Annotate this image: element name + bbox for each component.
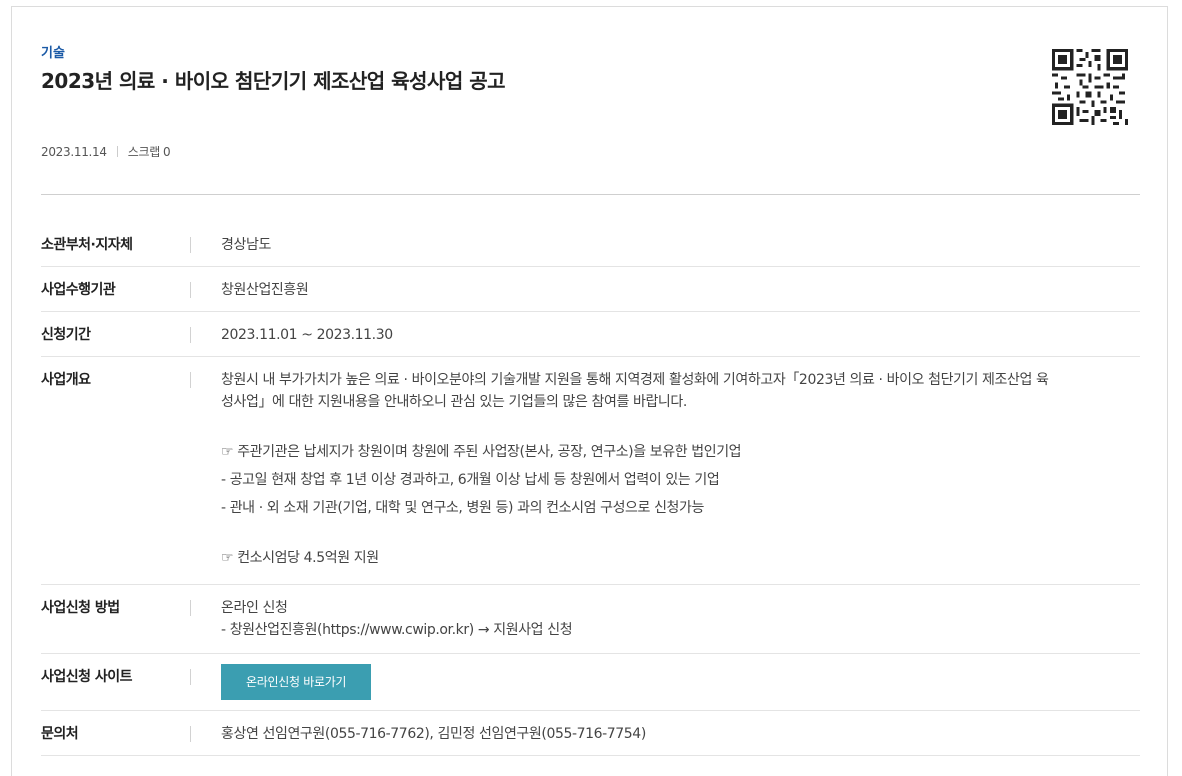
- ministry-label: 소관부처·지자체: [41, 222, 191, 266]
- overview-line: ☞ 주관기관은 납세지가 창원이며 창원에 주된 사업장(본사, 공장, 연구소…: [221, 444, 742, 460]
- post-date: 2023.11.14: [41, 144, 107, 159]
- method-value: 온라인 신청 - 창원산업진흥원(https://www.cwip.or.kr)…: [191, 585, 573, 653]
- scrap-label: 스크랩: [127, 145, 161, 159]
- post-meta: 2023.11.14 스크랩 0: [41, 143, 171, 160]
- contact-label: 문의처: [41, 711, 191, 755]
- row-site: 사업신청 사이트 온라인신청 바로가기: [41, 654, 1140, 711]
- method-line: 온라인 신청: [221, 600, 288, 616]
- agency-value: 창원산업진흥원: [221, 282, 309, 298]
- scrap-count: 0: [162, 145, 171, 159]
- method-label: 사업신청 방법: [41, 585, 191, 653]
- overview-line: 창원시 내 부가가치가 높은 의료 · 바이오분야의 기술개발 지원을 통해 지…: [221, 372, 1049, 388]
- overview-line: - 공고일 현재 창업 후 1년 이상 경과하고, 6개월 이상 납세 등 창원…: [221, 472, 720, 488]
- overview-label: 사업개요: [41, 357, 191, 584]
- overview-line: 성사업」에 대한 지원내용을 안내하오니 관심 있는 기업들의 많은 참여를 바…: [221, 394, 687, 410]
- details-table: 소관부처·지자체 경상남도 사업수행기관 창원산업진흥원 신청기간 2023.1…: [41, 222, 1140, 756]
- site-label: 사업신청 사이트: [41, 654, 191, 710]
- online-apply-button[interactable]: 온라인신청 바로가기: [221, 664, 372, 700]
- site-value: 온라인신청 바로가기: [191, 654, 372, 710]
- header-divider: [41, 194, 1140, 195]
- row-agency: 사업수행기관 창원산업진흥원: [41, 267, 1140, 312]
- meta-divider: [116, 146, 118, 157]
- overview-line: ☞ 컨소시엄당 4.5억원 지원: [221, 550, 379, 566]
- contact-value: 홍상연 선임연구원(055-716-7762), 김민정 선임연구원(055-7…: [221, 726, 646, 742]
- overview-line: - 관내 · 외 소재 기관(기업, 대학 및 연구소, 병원 등) 과의 컨소…: [221, 500, 704, 516]
- ministry-value: 경상남도: [221, 237, 271, 253]
- row-contact: 문의처 홍상연 선임연구원(055-716-7762), 김민정 선임연구원(0…: [41, 711, 1140, 756]
- scrap-button[interactable]: 스크랩 0: [128, 143, 171, 160]
- row-period: 신청기간 2023.11.01 ~ 2023.11.30: [41, 312, 1140, 357]
- row-method: 사업신청 방법 온라인 신청 - 창원산업진흥원(https://www.cwi…: [41, 585, 1140, 654]
- category-label: 기술: [41, 46, 65, 61]
- overview-value: 창원시 내 부가가치가 높은 의료 · 바이오분야의 기술개발 지원을 통해 지…: [191, 357, 1140, 584]
- period-label: 신청기간: [41, 312, 191, 356]
- row-ministry: 소관부처·지자체 경상남도: [41, 222, 1140, 267]
- page-title: 2023년 의료 · 바이오 첨단기기 제조산업 육성사업 공고: [41, 69, 506, 93]
- row-overview: 사업개요 창원시 내 부가가치가 높은 의료 · 바이오분야의 기술개발 지원을…: [41, 357, 1140, 585]
- agency-label: 사업수행기관: [41, 267, 191, 311]
- announcement-panel: 기술 2023년 의료 · 바이오 첨단기기 제조산업 육성사업 공고 2023…: [11, 6, 1168, 776]
- period-value: 2023.11.01 ~ 2023.11.30: [221, 327, 393, 343]
- method-line: - 창원산업진흥원(https://www.cwip.or.kr) → 지원사업…: [221, 622, 573, 638]
- qr-code-icon: [1052, 49, 1128, 125]
